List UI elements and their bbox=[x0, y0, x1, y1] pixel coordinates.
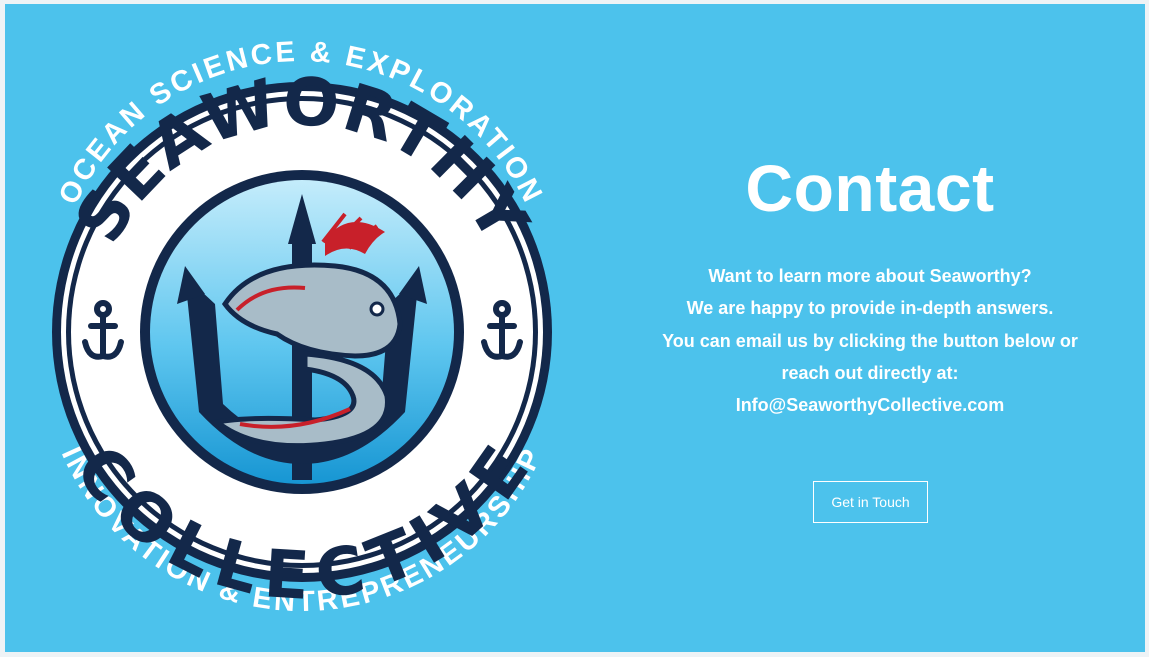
seaworthy-logo: OCEAN SCIENCE & EXPLORATION INNOVATION &… bbox=[5, 4, 595, 652]
contact-section: OCEAN SCIENCE & EXPLORATION INNOVATION &… bbox=[5, 4, 1145, 652]
page-title: Contact bbox=[745, 151, 995, 225]
contact-description: Want to learn more about Seaworthy? We a… bbox=[645, 260, 1095, 421]
description-line: You can email us by clicking the button … bbox=[662, 330, 1078, 351]
description-line: We are happy to provide in-depth answers… bbox=[686, 298, 1054, 319]
get-in-touch-button[interactable]: Get in Touch bbox=[813, 481, 928, 523]
description-line: Want to learn more about Seaworthy? bbox=[708, 266, 1032, 286]
description-line: reach out directly at: bbox=[781, 362, 959, 383]
contact-email: Info@SeaworthyCollective.com bbox=[735, 395, 1005, 416]
contact-panel: Contact Want to learn more about Seawort… bbox=[645, 4, 1095, 652]
